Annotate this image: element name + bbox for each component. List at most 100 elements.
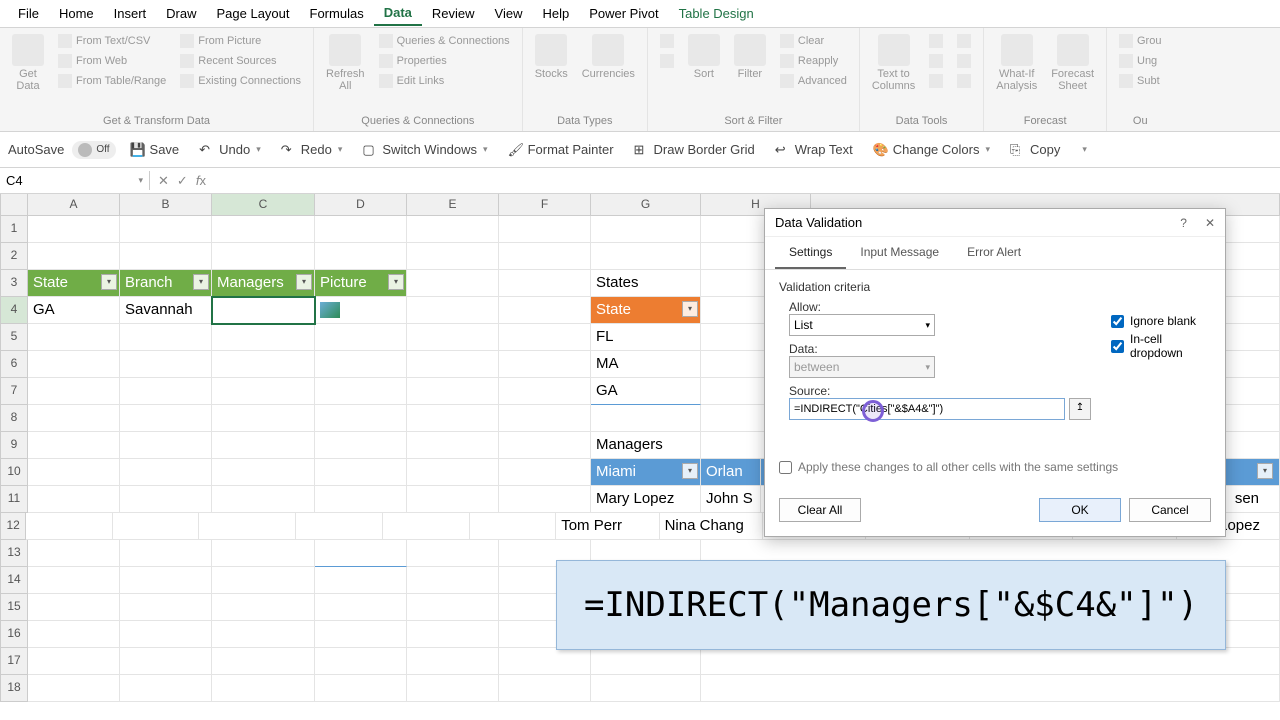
- row-header-4[interactable]: 4: [0, 297, 28, 324]
- row-header-2[interactable]: 2: [0, 243, 28, 270]
- row-header-15[interactable]: 15: [0, 594, 28, 621]
- clear-all-button[interactable]: Clear All: [779, 498, 861, 522]
- formula-input[interactable]: [214, 179, 1280, 183]
- menu-insert[interactable]: Insert: [104, 2, 157, 25]
- row-header-16[interactable]: 16: [0, 621, 28, 648]
- tab-error-alert[interactable]: Error Alert: [953, 237, 1035, 269]
- consolidate-button[interactable]: [953, 32, 975, 50]
- name-box[interactable]: C4▾: [0, 171, 150, 190]
- table-header-branch[interactable]: Branch▾: [120, 270, 212, 297]
- cell-b4[interactable]: Savannah: [120, 297, 212, 324]
- col-header-a[interactable]: A: [28, 194, 120, 216]
- existing-connections-button[interactable]: Existing Connections: [176, 72, 305, 90]
- managers-header-miami[interactable]: Miami▾: [591, 459, 701, 486]
- col-header-g[interactable]: G: [591, 194, 701, 216]
- tab-input-message[interactable]: Input Message: [846, 237, 953, 269]
- text-to-columns-button[interactable]: Text to Columns: [868, 32, 919, 94]
- row-header-8[interactable]: 8: [0, 405, 28, 432]
- col-header-b[interactable]: B: [120, 194, 212, 216]
- cell-d4[interactable]: [315, 297, 407, 324]
- forecast-sheet-button[interactable]: Forecast Sheet: [1047, 32, 1098, 94]
- filter-icon[interactable]: ▾: [388, 274, 404, 290]
- advanced-filter-button[interactable]: Advanced: [776, 72, 851, 90]
- stocks-button[interactable]: Stocks: [531, 32, 572, 82]
- sort-desc-button[interactable]: [656, 52, 678, 70]
- row-header-3[interactable]: 3: [0, 270, 28, 297]
- ungroup-button[interactable]: Ung: [1115, 52, 1165, 70]
- states-title[interactable]: States: [591, 270, 701, 297]
- col-header-e[interactable]: E: [407, 194, 499, 216]
- cancel-button[interactable]: Cancel: [1129, 498, 1211, 522]
- row-header-10[interactable]: 10: [0, 459, 28, 486]
- from-web-button[interactable]: From Web: [54, 52, 170, 70]
- filter-icon[interactable]: ▾: [682, 301, 698, 317]
- redo-button[interactable]: ↷Redo: [275, 140, 349, 160]
- currencies-button[interactable]: Currencies: [578, 32, 639, 82]
- in-cell-dropdown-checkbox[interactable]: In-cell dropdown: [1111, 332, 1211, 360]
- row-header-6[interactable]: 6: [0, 351, 28, 378]
- menu-data[interactable]: Data: [374, 1, 422, 26]
- wrap-text-button[interactable]: ↩Wrap Text: [769, 140, 859, 160]
- close-icon[interactable]: ✕: [1205, 216, 1215, 230]
- qat-overflow-button[interactable]: [1074, 142, 1093, 157]
- cell-c4-selected[interactable]: [212, 297, 315, 324]
- change-colors-button[interactable]: 🎨Change Colors: [867, 140, 996, 160]
- menu-power-pivot[interactable]: Power Pivot: [579, 2, 668, 25]
- remove-duplicates-button[interactable]: [925, 52, 947, 70]
- range-select-icon[interactable]: ↥: [1069, 398, 1091, 420]
- menu-table-design[interactable]: Table Design: [669, 2, 764, 25]
- row-header-7[interactable]: 7: [0, 378, 28, 405]
- states-row-ga[interactable]: GA: [591, 378, 701, 405]
- reapply-button[interactable]: Reapply: [776, 52, 851, 70]
- draw-border-grid-button[interactable]: ⊞Draw Border Grid: [628, 140, 761, 160]
- properties-button[interactable]: Properties: [375, 52, 514, 70]
- tab-settings[interactable]: Settings: [775, 237, 846, 269]
- states-row-fl[interactable]: FL: [591, 324, 701, 351]
- from-text-csv-button[interactable]: From Text/CSV: [54, 32, 170, 50]
- col-header-d[interactable]: D: [315, 194, 407, 216]
- states-table-header[interactable]: State▾: [591, 297, 701, 324]
- menu-home[interactable]: Home: [49, 2, 104, 25]
- row-header-5[interactable]: 5: [0, 324, 28, 351]
- recent-sources-button[interactable]: Recent Sources: [176, 52, 305, 70]
- apply-to-same-cells-checkbox[interactable]: Apply these changes to all other cells w…: [779, 460, 1211, 474]
- table-header-state[interactable]: State▾: [28, 270, 120, 297]
- menu-help[interactable]: Help: [532, 2, 579, 25]
- autosave-toggle[interactable]: Off: [72, 141, 115, 159]
- switch-windows-button[interactable]: ▢Switch Windows: [356, 140, 493, 160]
- menu-file[interactable]: File: [8, 2, 49, 25]
- source-input[interactable]: [789, 398, 1065, 420]
- table-header-picture[interactable]: Picture▾: [315, 270, 407, 297]
- cancel-formula-icon[interactable]: ✕: [158, 173, 169, 189]
- managers-cell[interactable]: Nina Chang: [660, 513, 763, 540]
- queries-connections-button[interactable]: Queries & Connections: [375, 32, 514, 50]
- row-header-1[interactable]: 1: [0, 216, 28, 243]
- menu-view[interactable]: View: [485, 2, 533, 25]
- copy-button[interactable]: ⎘Copy: [1004, 140, 1066, 160]
- row-header-13[interactable]: 13: [0, 540, 28, 567]
- row-header-11[interactable]: 11: [0, 486, 28, 513]
- menu-review[interactable]: Review: [422, 2, 485, 25]
- save-button[interactable]: 💾Save: [124, 140, 186, 160]
- cell-a4[interactable]: GA: [28, 297, 120, 324]
- row-header-12[interactable]: 12: [0, 513, 26, 540]
- group-button[interactable]: Grou: [1115, 32, 1165, 50]
- table-header-managers[interactable]: Managers▾: [212, 270, 315, 297]
- col-header-f[interactable]: F: [499, 194, 591, 216]
- col-header-c[interactable]: C: [212, 194, 315, 216]
- accept-formula-icon[interactable]: ✓: [177, 173, 188, 189]
- sort-button[interactable]: Sort: [684, 32, 724, 82]
- from-table-range-button[interactable]: From Table/Range: [54, 72, 170, 90]
- menu-page-layout[interactable]: Page Layout: [207, 2, 300, 25]
- states-row-ma[interactable]: MA: [591, 351, 701, 378]
- menu-formulas[interactable]: Formulas: [300, 2, 374, 25]
- allow-select[interactable]: List▾: [789, 314, 935, 336]
- filter-icon[interactable]: ▾: [193, 274, 209, 290]
- filter-button[interactable]: Filter: [730, 32, 770, 82]
- format-painter-button[interactable]: 🖌Format Painter: [502, 140, 620, 160]
- row-header-18[interactable]: 18: [0, 675, 28, 702]
- filter-icon[interactable]: ▾: [101, 274, 117, 290]
- select-all-corner[interactable]: [0, 194, 28, 216]
- edit-links-button[interactable]: Edit Links: [375, 72, 514, 90]
- sort-asc-button[interactable]: [656, 32, 678, 50]
